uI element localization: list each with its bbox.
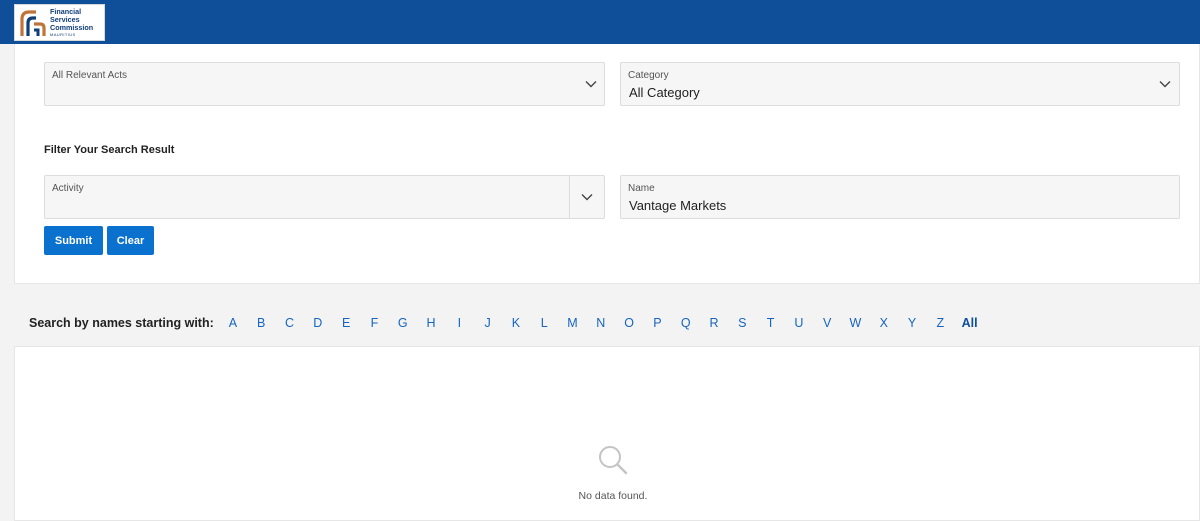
letter-link-b[interactable]: B (247, 316, 275, 330)
logo-line-3: Commission (50, 22, 94, 32)
chevron-down-icon[interactable] (580, 192, 594, 202)
name-label: Name (628, 183, 655, 194)
letter-link-e[interactable]: E (332, 316, 360, 330)
letter-link-l[interactable]: L (530, 316, 558, 330)
search-icon (599, 446, 628, 475)
category-select[interactable]: Category All Category (620, 62, 1180, 106)
name-input[interactable]: Name Vantage Markets (620, 175, 1180, 219)
category-value: All Category (629, 85, 700, 100)
no-data-message: No data found. (578, 490, 648, 502)
letter-link-k[interactable]: K (502, 316, 530, 330)
filter-section-title: Filter Your Search Result (44, 144, 175, 156)
letter-link-t[interactable]: T (756, 316, 784, 330)
letter-link-g[interactable]: G (389, 316, 417, 330)
submit-button[interactable]: Submit (44, 226, 103, 255)
relevant-acts-placeholder: All Relevant Acts (52, 70, 128, 81)
letter-link-q[interactable]: Q (672, 316, 700, 330)
alphabet-letters: ABCDEFGHIJKLMNOPQRSTUVWXYZ (219, 316, 955, 330)
letter-link-f[interactable]: F (360, 316, 388, 330)
logo-text: Financial Services Commission MAURITIUS (50, 7, 94, 38)
category-label: Category (628, 70, 669, 81)
letter-link-a[interactable]: A (219, 316, 247, 330)
letter-link-r[interactable]: R (700, 316, 728, 330)
letter-link-z[interactable]: Z (926, 316, 954, 330)
top-header-bar: Financial Services Commission MAURITIUS (0, 0, 1200, 44)
relevant-acts-select[interactable]: All Relevant Acts (44, 62, 605, 106)
letter-link-p[interactable]: P (643, 316, 671, 330)
activity-select[interactable]: Activity (44, 175, 605, 219)
activity-label: Activity (52, 183, 84, 194)
alphabet-search-label: Search by names starting with: (29, 316, 214, 330)
letter-link-n[interactable]: N (587, 316, 615, 330)
letter-link-c[interactable]: C (275, 316, 303, 330)
letter-link-u[interactable]: U (785, 316, 813, 330)
letter-link-w[interactable]: W (841, 316, 869, 330)
chevron-down-icon (1159, 81, 1171, 88)
chevron-down-icon (585, 81, 597, 88)
letter-link-m[interactable]: M (558, 316, 586, 330)
letter-link-y[interactable]: Y (898, 316, 926, 330)
letter-link-v[interactable]: V (813, 316, 841, 330)
letter-link-x[interactable]: X (870, 316, 898, 330)
logo-subtext: MAURITIUS (50, 31, 76, 37)
alphabet-search-bar: Search by names starting with: ABCDEFGHI… (29, 316, 984, 330)
clear-button[interactable]: Clear (107, 226, 154, 255)
letter-link-j[interactable]: J (473, 316, 501, 330)
letter-link-s[interactable]: S (728, 316, 756, 330)
fsc-logo[interactable]: Financial Services Commission MAURITIUS (14, 4, 105, 41)
name-value[interactable]: Vantage Markets (629, 198, 726, 213)
letter-link-d[interactable]: D (304, 316, 332, 330)
letter-link-h[interactable]: H (417, 316, 445, 330)
letter-link-o[interactable]: O (615, 316, 643, 330)
letter-link-i[interactable]: I (445, 316, 473, 330)
fsc-logo-icon (20, 9, 46, 36)
activity-divider (569, 176, 570, 218)
letter-link-all[interactable]: All (956, 316, 984, 330)
